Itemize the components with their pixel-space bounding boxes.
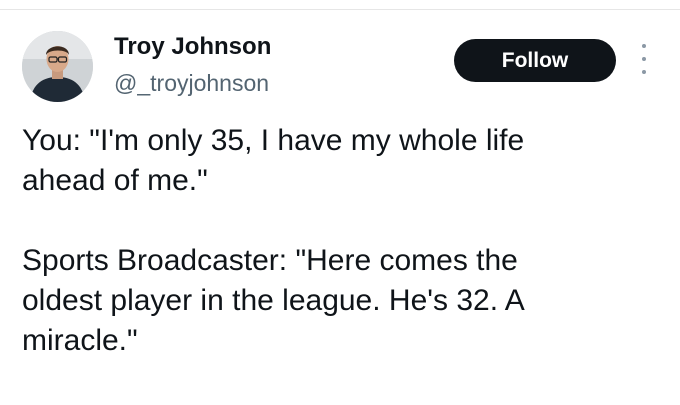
tweet-text: You: "I'm only 35, I have my whole life … bbox=[22, 124, 525, 357]
profile-photo-icon bbox=[22, 31, 93, 102]
follow-button[interactable]: Follow bbox=[454, 39, 616, 82]
avatar[interactable] bbox=[22, 31, 93, 102]
author-handle[interactable]: @_troyjohnson bbox=[114, 68, 269, 98]
more-dot bbox=[642, 44, 646, 48]
more-options-icon[interactable] bbox=[636, 44, 652, 74]
author-name[interactable]: Troy Johnson bbox=[114, 32, 271, 62]
more-dot bbox=[642, 70, 646, 74]
top-divider bbox=[0, 9, 680, 10]
more-dot bbox=[642, 57, 646, 61]
